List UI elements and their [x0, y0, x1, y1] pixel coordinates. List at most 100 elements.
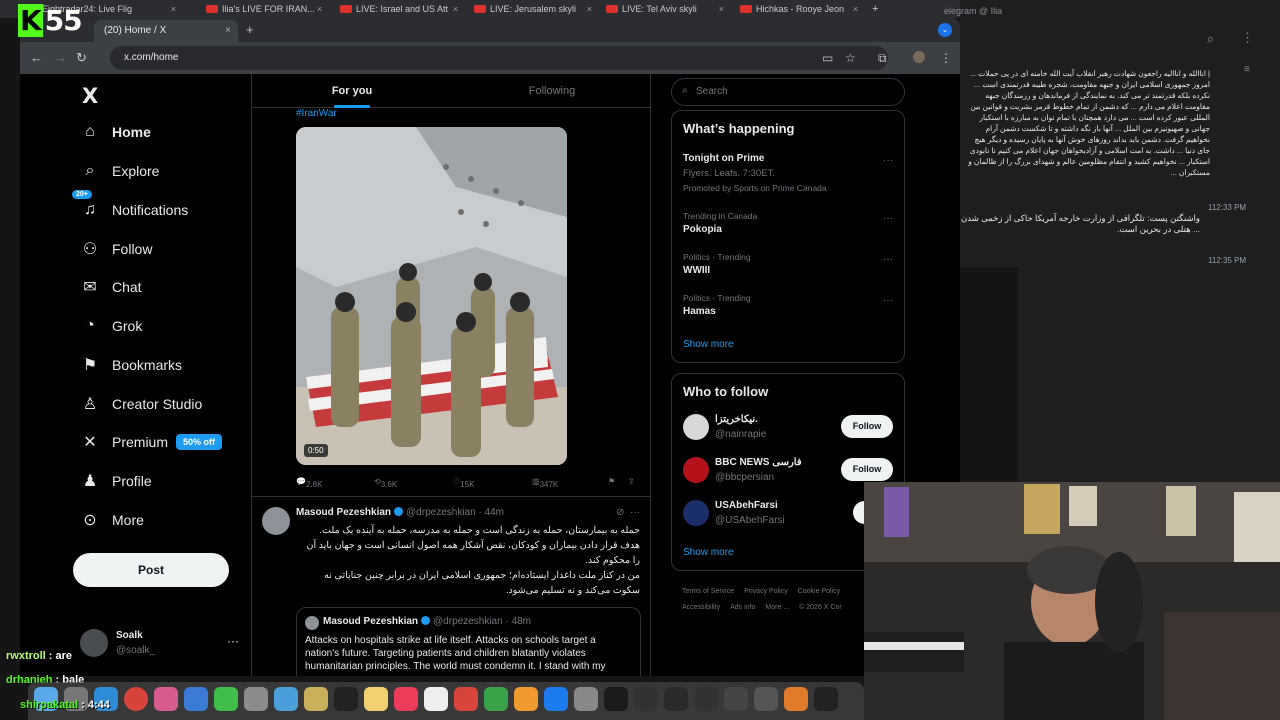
close-icon[interactable]: ×	[453, 4, 458, 14]
show-more-link[interactable]: Show more	[683, 339, 734, 350]
cast-icon[interactable]: ▭	[822, 51, 833, 65]
search-input[interactable]: ⌕ Search	[671, 78, 905, 106]
footer-link[interactable]: Terms of Service	[682, 588, 734, 595]
top-tab[interactable]: Ilia's LIVE FOR IRAN... ×	[200, 4, 328, 18]
star-icon[interactable]: ☆	[845, 51, 856, 65]
footer-link[interactable]: Privacy Policy	[744, 588, 788, 595]
footer-link[interactable]: Ads info	[730, 604, 755, 611]
nav-item-grok[interactable]: ◔ Grok	[80, 311, 142, 341]
footer-link[interactable]: More ...	[765, 604, 789, 611]
avatar[interactable]	[262, 507, 290, 535]
capture-icon[interactable]	[694, 687, 718, 711]
nav-item-chat[interactable]: ✉ Chat	[80, 272, 141, 302]
trend-item[interactable]: Politics · Trending Hamas ···	[683, 293, 893, 317]
menu-icon[interactable]: ⋮	[940, 51, 952, 65]
follow-button[interactable]: Follow	[841, 415, 893, 438]
tab-following[interactable]: Following	[452, 74, 650, 108]
obs-icon[interactable]	[664, 687, 688, 711]
filter-icon[interactable]: ≡	[1244, 64, 1250, 75]
author-handle[interactable]: @drpezeshkian	[406, 507, 476, 518]
notion-icon[interactable]	[604, 687, 628, 711]
app-store-icon[interactable]	[544, 687, 568, 711]
news-icon[interactable]	[454, 687, 478, 711]
repost-button[interactable]: ⟲ 3.6K	[374, 477, 397, 489]
facetime-icon[interactable]	[214, 687, 238, 711]
x-logo[interactable]: X	[82, 84, 98, 108]
top-tab[interactable]: LIVE: Israel and US Att ×	[334, 4, 464, 18]
grok-icon[interactable]: ⊘	[616, 507, 624, 518]
unity-icon[interactable]	[724, 687, 748, 711]
profile-avatar[interactable]	[913, 51, 925, 63]
like-button[interactable]: ♡ 15K	[453, 477, 474, 489]
tab-search-icon[interactable]: ⌄	[938, 23, 952, 37]
bookmark-icon[interactable]: ⚑	[608, 477, 615, 486]
pages-icon[interactable]	[514, 687, 538, 711]
trend-item[interactable]: Politics · Trending WWIII ···	[683, 252, 893, 276]
author-name[interactable]: Masoud Pezeshkian	[296, 507, 391, 518]
back-icon[interactable]: ←	[30, 50, 43, 65]
nav-item-premium[interactable]: ✕ Premium 50% off	[80, 427, 223, 457]
more-horizontal-icon[interactable]: ···	[630, 507, 640, 518]
notes-icon[interactable]	[304, 687, 328, 711]
nav-item-more[interactable]: ⊙ More	[80, 505, 144, 535]
nav-item-profile[interactable]: ♟ Profile	[80, 466, 152, 496]
new-tab-icon[interactable]: +	[246, 22, 254, 37]
maps-icon[interactable]	[274, 687, 298, 711]
extensions-icon[interactable]: ⧉	[878, 51, 887, 66]
tab-for-you[interactable]: For you	[252, 74, 452, 108]
more-horizontal-icon[interactable]: ···	[227, 634, 239, 648]
more-horizontal-icon[interactable]: ···	[883, 254, 893, 265]
nav-item-follow[interactable]: ⚇ Follow	[80, 234, 153, 264]
top-tab[interactable]: Hichkas - Rooye Jeon ×	[734, 4, 864, 18]
top-tab[interactable]: LIVE: Jerusalem skyli ×	[468, 4, 598, 18]
search-icon[interactable]: ⌕	[1207, 31, 1214, 47]
address-bar[interactable]: x.com/home	[110, 46, 888, 70]
reply-button[interactable]: 💬 2.8K	[296, 477, 322, 489]
close-icon[interactable]: ×	[171, 4, 176, 14]
chrome-icon[interactable]	[124, 687, 148, 711]
quoted-tweet[interactable]: Masoud Pezeshkian @drpezeshkian · 48m Att…	[296, 607, 641, 676]
close-tab-icon[interactable]: ×	[225, 25, 231, 36]
follow-suggestion[interactable]: نیکاخریتزا. @nainrapie Follow	[683, 412, 904, 444]
trend-item[interactable]: Trending in Canada Pokopia ···	[683, 211, 893, 235]
contacts-icon[interactable]	[244, 687, 268, 711]
post-button[interactable]: Post	[73, 553, 229, 587]
calendar-icon[interactable]	[424, 687, 448, 711]
show-more-link[interactable]: Show more	[683, 547, 734, 558]
more-horizontal-icon[interactable]: ···	[883, 295, 893, 306]
new-tab-icon[interactable]: +	[872, 3, 878, 15]
hashtag-link[interactable]: #IranWar	[296, 108, 337, 119]
garageband-icon[interactable]	[784, 687, 808, 711]
x-app-icon[interactable]	[814, 687, 838, 711]
nav-item-home[interactable]: ⌂ Home	[80, 117, 151, 147]
top-tab[interactable]: LIVE: Tel Aviv skyli ×	[600, 4, 730, 18]
more-vertical-icon[interactable]: ⋮	[1241, 30, 1254, 46]
nav-item-explore[interactable]: ⌕ Explore	[80, 156, 160, 186]
browser-tab-active[interactable]: (20) Home / X ×	[94, 20, 238, 42]
mail-icon[interactable]	[184, 687, 208, 711]
close-icon[interactable]: ×	[317, 4, 322, 14]
footer-link[interactable]: Accessibility	[682, 604, 720, 611]
share-icon[interactable]: ⇪	[628, 477, 635, 486]
tv-icon[interactable]	[334, 687, 358, 711]
trend-item[interactable]: Tonight on Prime Flyers. Leafs. 7:30ET. …	[683, 153, 893, 193]
close-icon[interactable]: ×	[719, 4, 724, 14]
tweet[interactable]: Masoud Pezeshkian @drpezeshkian · 44m ⊘ ·…	[252, 496, 650, 676]
nav-item-creator-studio[interactable]: ♙ Creator Studio	[80, 389, 202, 419]
nav-item-notifications[interactable]: ♫ 20+ Notifications	[72, 190, 188, 225]
more-horizontal-icon[interactable]: ···	[883, 213, 893, 224]
disk-utility-icon[interactable]	[754, 687, 778, 711]
photos-icon[interactable]	[154, 687, 178, 711]
footer-link[interactable]: Cookie Policy	[798, 588, 840, 595]
numbers-icon[interactable]	[484, 687, 508, 711]
stickies-icon[interactable]	[364, 687, 388, 711]
close-icon[interactable]: ×	[853, 4, 858, 14]
views-button[interactable]: ▥ 347K	[532, 477, 558, 489]
close-icon[interactable]: ×	[587, 4, 592, 14]
follow-button[interactable]: Follow	[841, 458, 893, 481]
tweet-video[interactable]: 0:50	[296, 127, 567, 465]
account-switcher[interactable]: Soalk @soalk_ ···	[80, 629, 245, 663]
settings-icon[interactable]	[574, 687, 598, 711]
music-icon[interactable]	[394, 687, 418, 711]
nav-item-bookmarks[interactable]: ⚑ Bookmarks	[80, 350, 182, 380]
